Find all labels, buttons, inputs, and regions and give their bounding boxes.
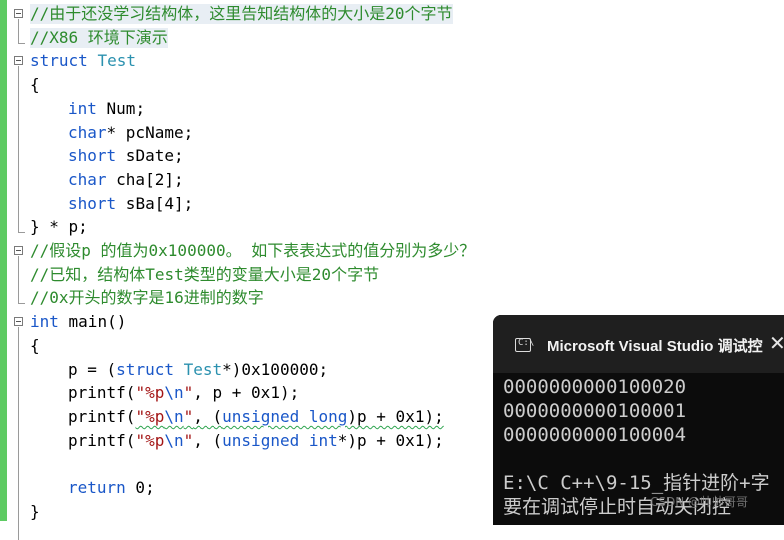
console-output-line: E:\C C++\9-15_指针进阶+字 [503,472,770,494]
code-text: printf("%p\n", (unsigned long)p + 0x1); [68,407,444,427]
code-text: //0x开头的数字是16进制的数字 [30,288,264,308]
code-line[interactable]: //假设p 的值为0x100000。 如下表表达式的值分别为多少？ [0,239,784,263]
code-token: char [68,169,107,189]
code-text: char* pcName; [68,123,193,143]
code-token: char [68,122,107,142]
close-icon[interactable]: ✕ [769,331,784,355]
code-text: return 0; [68,478,155,498]
console-title: Microsoft Visual Studio 调试控 [547,338,763,355]
fold-guide-line [18,19,19,43]
code-token: printf( [68,406,136,426]
code-text: //X86 环境下演示 [30,27,168,48]
code-text: int main() [30,312,126,332]
code-token: " [183,430,194,450]
code-token: //已知，结构体Test类型的变量大小是20个字节 [30,264,380,284]
fold-guide-line [18,256,19,304]
console-output-line: 0000000000100001 [503,400,687,422]
code-token: short [68,146,117,166]
console-output-line: 0000000000100004 [503,424,687,446]
code-token: return [68,478,126,497]
code-line[interactable]: } * p; [0,215,784,239]
code-token: \n [164,383,184,403]
code-token: "%p [135,383,165,403]
code-text: { [30,336,40,356]
code-token: Num; [96,98,146,118]
code-text: short sBa[4]; [68,194,193,214]
code-token: "%p [135,430,165,450]
code-text: char cha[2]; [68,170,184,190]
code-line[interactable]: struct Test [0,49,784,73]
code-text: { [30,75,40,95]
code-token: printf( [68,383,136,403]
code-text: short sDate; [68,146,184,166]
code-token: sDate; [116,146,184,166]
code-text: } * p; [30,217,88,237]
code-token: \n [164,406,184,426]
code-text: printf("%p\n", p + 0x1); [68,383,299,403]
console-app-icon: C:\ [515,338,534,352]
collapse-toggle-icon[interactable] [14,246,23,255]
code-token: } [30,501,40,521]
code-token: * pcName; [106,122,194,142]
code-token: unsigned int [222,430,338,450]
code-token: //由于还没学习结构体，这里告知结构体的大小是20个字节 [30,4,453,23]
code-token: struct [116,359,184,379]
code-text: p = (struct Test*)0x100000; [68,360,328,380]
code-token: p = ( [68,359,117,379]
code-line[interactable]: char cha[2]; [0,168,784,192]
code-token: } * p; [30,217,88,237]
code-token: sBa[4]; [116,193,194,213]
code-token: *)p + 0x1); [337,430,444,450]
code-token: , ( [193,406,223,426]
console-output-line: 0000000000100020 [503,376,687,398]
code-token: struct [30,51,98,71]
collapse-toggle-icon[interactable] [14,56,23,66]
code-token: cha[2]; [106,169,184,189]
code-line[interactable]: //X86 环境下演示 [0,26,784,50]
code-line[interactable]: //由于还没学习结构体，这里告知结构体的大小是20个字节 [0,2,784,26]
code-token: int [30,312,59,332]
code-token: " [183,406,194,426]
code-line[interactable]: short sDate; [0,144,784,168]
code-token: 0; [125,478,155,497]
code-token: //X86 环境下演示 [30,27,168,47]
code-line[interactable]: //已知，结构体Test类型的变量大小是20个字节 [0,263,784,287]
code-text: struct Test [30,51,136,71]
code-text: //已知，结构体Test类型的变量大小是20个字节 [30,265,379,285]
code-token: printf( [68,430,136,450]
fold-guide-line [18,327,19,540]
code-line[interactable]: int Num; [0,97,784,121]
collapse-toggle-icon[interactable] [14,317,23,327]
collapse-toggle-icon[interactable] [14,9,23,18]
code-token: unsigned long [222,406,348,426]
code-token: { [30,335,40,355]
code-text: int Num; [68,99,145,119]
code-token: { [30,75,40,95]
code-text: //由于还没学习结构体，这里告知结构体的大小是20个字节 [30,4,453,24]
code-token: " [183,383,194,403]
code-line[interactable]: //0x开头的数字是16进制的数字 [0,286,784,310]
code-token: Test [97,51,136,71]
code-text: printf("%p\n", (unsigned int*)p + 0x1); [68,431,444,451]
code-token: short [68,193,117,213]
code-token: //假设p 的值为0x100000。 如下表表达式的值分别为多少？ [30,241,476,260]
code-token: , p + 0x1); [193,383,300,403]
watermark: CSDN @帅帅哥哥 [650,495,749,509]
console-title-bar[interactable]: C:\ Microsoft Visual Studio 调试控 ✕ [493,315,784,373]
code-token: , ( [193,430,223,450]
code-text: } [30,502,40,522]
code-token: )p + 0x1); [347,406,444,426]
code-token: *)0x100000; [222,359,329,379]
code-token: main() [58,312,127,332]
code-token: \n [164,430,184,450]
code-line[interactable]: short sBa[4]; [0,192,784,216]
code-text: //假设p 的值为0x100000。 如下表表达式的值分别为多少？ [30,241,475,261]
code-token: int [68,98,97,118]
code-line[interactable]: { [0,73,784,97]
code-token: "%p [135,406,165,426]
code-token: //0x开头的数字是16进制的数字 [30,288,264,308]
code-token: Test [183,359,223,379]
fold-guide-line [18,66,19,233]
code-line[interactable]: char* pcName; [0,121,784,145]
